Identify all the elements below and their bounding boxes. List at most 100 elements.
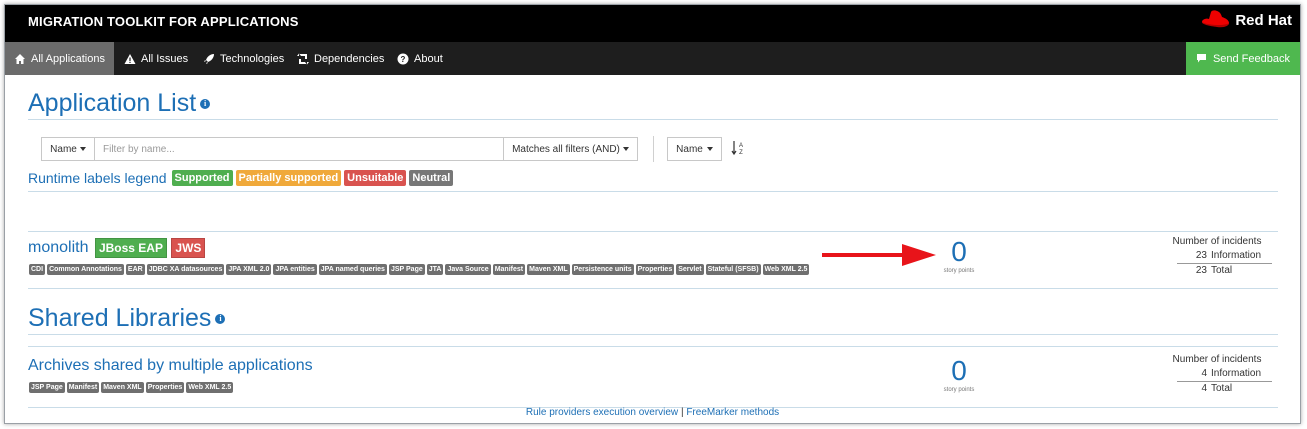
caret-down-icon (706, 147, 713, 151)
tech-tag: JPA XML 2.0 (226, 264, 272, 275)
home-icon (15, 53, 25, 64)
tech-tag: Web XML 2.5 (186, 382, 234, 393)
send-feedback-button[interactable]: Send Feedback (1185, 42, 1300, 75)
info-icon[interactable]: i (200, 99, 211, 110)
info-icon[interactable]: i (215, 314, 226, 325)
filter-placeholder: Filter by name... (103, 143, 175, 155)
divider (28, 119, 1278, 120)
send-feedback-label: Send Feedback (1212, 52, 1290, 65)
incidents-header: Number of incidents (1172, 236, 1262, 247)
nav-all-applications[interactable]: All Applications (5, 42, 114, 75)
divider (28, 191, 1278, 192)
footer-separator: | (680, 407, 684, 418)
nav-all-issues[interactable]: All Issues (115, 42, 197, 75)
retweet-icon (297, 53, 309, 64)
filter-input[interactable]: Filter by name... (95, 138, 504, 160)
tech-tag: Servlet (676, 264, 704, 275)
comment-icon (1196, 54, 1206, 63)
incidents-header: Number of incidents (1172, 354, 1262, 365)
incident-total-row: 23 Total (1177, 263, 1272, 278)
divider (28, 346, 1278, 347)
annotation-arrow (822, 244, 936, 266)
legend-title: Runtime labels legend (28, 170, 167, 186)
nav-label: Technologies (220, 52, 285, 65)
rule-providers-link[interactable]: Rule providers execution overview (526, 407, 678, 418)
filter-field-dropdown[interactable]: Name (42, 138, 95, 160)
tech-tag: Java Source (445, 264, 491, 275)
nav-bar: All Applications All Issues Technologies… (5, 42, 1300, 75)
tech-tag: JTA (426, 264, 444, 275)
incident-total-label: Total (1211, 265, 1233, 276)
incidents-summary: Number of incidents 23 Information 23 To… (1152, 236, 1282, 278)
toolbar-separator (653, 136, 654, 162)
divider (28, 231, 1278, 232)
incident-label: Information (1211, 368, 1262, 379)
sort-alpha-icon[interactable]: A Z (731, 140, 745, 156)
tech-tag: Stateful (SFSB) (705, 264, 761, 275)
page-title: Application List (28, 89, 197, 117)
legend-supported: Supported (171, 170, 233, 186)
tech-tag: Properties (635, 264, 675, 275)
svg-text:A: A (739, 143, 743, 149)
story-points-value: 0 (951, 355, 967, 386)
divider (28, 334, 1278, 335)
nav-about[interactable]: ? About (388, 42, 452, 75)
sort-field-label: Name (676, 143, 703, 155)
caret-down-icon (79, 147, 86, 151)
incident-label: Information (1211, 250, 1262, 261)
tech-tag: JPA named queries (318, 264, 387, 275)
filter-field-label: Name (50, 143, 77, 155)
nav-label: All Applications (31, 52, 105, 65)
app-title: MIGRATION TOOLKIT FOR APPLICATIONS (28, 14, 299, 29)
svg-text:?: ? (401, 55, 406, 64)
brand-text: Red Hat (1235, 11, 1292, 29)
rocket-icon (204, 53, 214, 64)
incidents-summary: Number of incidents 4 Information 4 Tota… (1152, 354, 1282, 396)
incident-total-label: Total (1211, 383, 1233, 394)
tech-tag: Common Annotations (47, 264, 124, 275)
freemarker-methods-link[interactable]: FreeMarker methods (686, 407, 779, 418)
tech-tag: Web XML 2.5 (762, 264, 810, 275)
incident-total-count: 23 (1195, 265, 1207, 276)
legend-neutral: Neutral (409, 170, 454, 186)
section-title-row: Shared Libraries i (28, 304, 226, 333)
incident-total-count: 4 (1201, 383, 1207, 394)
shared-library-row: Archives shared by multiple applications (28, 357, 313, 375)
tech-tag: JPA entities (273, 264, 317, 275)
story-points: 0 story points (924, 355, 994, 394)
incident-count: 23 (1195, 250, 1207, 261)
story-points-label: story points (943, 387, 975, 393)
nav-technologies[interactable]: Technologies (194, 42, 293, 75)
technology-tags: CDI Common Annotations EAR JDBC XA datas… (29, 264, 810, 275)
tech-tag: JDBC XA datasources (146, 264, 225, 275)
incident-row: 23 Information (1152, 249, 1282, 263)
tech-tag: Manifest (492, 264, 526, 275)
section-title: Shared Libraries (28, 304, 212, 332)
tech-tag: EAR (125, 264, 145, 275)
sort-field-dropdown[interactable]: Name (667, 137, 722, 161)
incident-total-row: 4 Total (1177, 381, 1272, 396)
tech-tag: JSP Page (388, 264, 425, 275)
tech-tag: Maven XML (527, 264, 570, 275)
svg-text:Z: Z (739, 150, 743, 156)
redhat-logo[interactable]: Red Hat (1199, 8, 1292, 32)
tech-tag: JSP Page (29, 382, 65, 393)
legend-unsuitable: Unsuitable (344, 170, 407, 186)
incident-row: 4 Information (1152, 367, 1282, 381)
technology-tags: JSP Page Manifest Maven XML Properties W… (29, 382, 234, 393)
browser-frame: MIGRATION TOOLKIT FOR APPLICATIONS Red H… (4, 4, 1301, 424)
application-name-link[interactable]: monolith (28, 239, 88, 256)
filter-toolbar: Name Filter by name... Matches all filte… (41, 137, 638, 161)
top-bar: MIGRATION TOOLKIT FOR APPLICATIONS Red H… (5, 5, 1300, 42)
tech-tag: Maven XML (101, 382, 144, 393)
incident-count: 4 (1201, 368, 1207, 379)
match-mode-dropdown[interactable]: Matches all filters (AND) (504, 138, 637, 160)
tech-tag: Manifest (66, 382, 100, 393)
question-icon: ? (397, 53, 409, 64)
runtime-label-jws: JWS (171, 238, 206, 258)
tech-tag: Properties (145, 382, 185, 393)
nav-dependencies[interactable]: Dependencies (288, 42, 393, 75)
shared-library-link[interactable]: Archives shared by multiple applications (28, 357, 313, 374)
nav-label: All Issues (141, 52, 189, 65)
runtime-label-jboss-eap: JBoss EAP (94, 238, 167, 258)
